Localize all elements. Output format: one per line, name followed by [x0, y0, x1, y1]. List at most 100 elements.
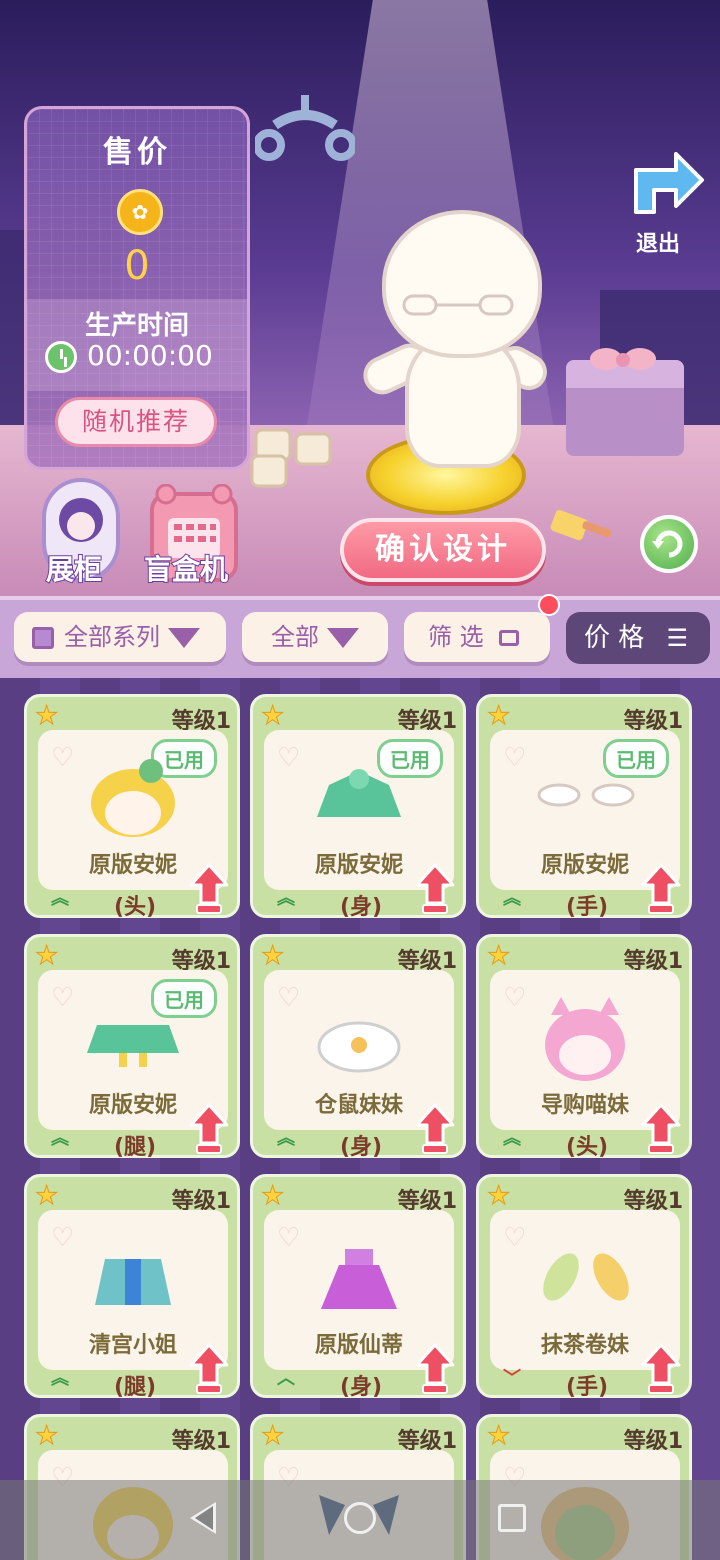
upgrade-arrow-icon[interactable] [189, 863, 229, 915]
upgrade-arrow-icon[interactable] [189, 1103, 229, 1155]
item-card[interactable]: ★ 等级1 ♡ 仓鼠妹妹 ︽ (身) [250, 934, 466, 1160]
item-level: 等级1 [623, 709, 683, 734]
upgrade-arrow-icon[interactable] [641, 863, 681, 915]
heart-icon[interactable]: ♡ [51, 743, 74, 773]
sort-ascending-icon: ☰ [666, 624, 689, 652]
category-label: 全部 [271, 623, 319, 651]
star-icon: ★ [486, 941, 511, 972]
blonde-hair-icon [91, 759, 175, 837]
star-icon: ★ [260, 941, 285, 972]
star-icon: ★ [34, 1181, 59, 1212]
gift-box [566, 360, 684, 456]
matcha-roll-hands-icon [543, 1253, 629, 1301]
star-icon: ★ [260, 701, 285, 732]
pink-cat-hair-icon [545, 997, 625, 1081]
heart-icon[interactable]: ♡ [277, 743, 300, 773]
upgrade-arrow-icon[interactable] [415, 863, 455, 915]
item-card[interactable]: ★ 等级1 ♡ 抹茶卷妹 ﹀ (手) [476, 1174, 692, 1400]
series-label: 全部系列 [64, 623, 160, 651]
upgrade-arrow-icon[interactable] [189, 1343, 229, 1395]
item-level: 等级1 [623, 1429, 683, 1454]
filter-icon [499, 630, 520, 646]
category-dropdown[interactable]: 全部 [242, 612, 388, 662]
paint-cups-icon [250, 428, 332, 488]
star-icon: ★ [260, 1421, 285, 1452]
production-time: 00:00:00 [87, 339, 213, 372]
gem-icon [32, 627, 54, 649]
upgrade-arrow-icon[interactable] [415, 1103, 455, 1155]
chevron-down-icon [327, 628, 359, 648]
refresh-icon[interactable] [640, 515, 698, 573]
coin-icon: ✿ [117, 189, 163, 235]
random-recommend-button[interactable]: 随机推荐 [55, 397, 217, 447]
star-icon: ★ [34, 701, 59, 732]
item-level: 等级1 [171, 949, 231, 974]
white-gloves-icon [537, 783, 635, 807]
heart-icon[interactable]: ♡ [503, 1223, 526, 1253]
star-icon: ★ [34, 1421, 59, 1452]
star-icon: ★ [486, 1181, 511, 1212]
recent-apps-icon[interactable] [498, 1504, 526, 1532]
back-icon[interactable] [190, 1502, 216, 1534]
home-icon[interactable] [344, 1502, 376, 1534]
filter-bar: 全部系列 全部 筛 选 价 格 ☰ [0, 596, 720, 682]
heart-icon[interactable]: ♡ [51, 983, 74, 1013]
price-value: 0 [124, 243, 150, 289]
heart-icon[interactable]: ♡ [277, 1223, 300, 1253]
item-card[interactable]: ★ 等级1 ♡ 已用 原版安妮 ︽ (腿) [24, 934, 240, 1160]
item-level: 等级1 [397, 1429, 457, 1454]
star-icon: ★ [486, 1421, 511, 1452]
item-card[interactable]: ★ 等级1 ♡ 已用 原版安妮 ︽ (手) [476, 694, 692, 920]
heart-icon[interactable]: ♡ [503, 983, 526, 1013]
filter-button[interactable]: 筛 选 [404, 612, 550, 662]
doll-head [382, 210, 542, 358]
blind-box-label[interactable]: 盲盒机 [143, 548, 229, 588]
heart-icon[interactable]: ♡ [277, 983, 300, 1013]
heart-icon[interactable]: ♡ [503, 743, 526, 773]
item-level: 等级1 [623, 949, 683, 974]
glasses-icon [402, 294, 514, 316]
item-level: 等级1 [397, 709, 457, 734]
claw-icon [255, 95, 355, 161]
item-grid: ★ 等级1 ♡ 已用 原版安妮 ︽ (头) ★ 等级1 ♡ 已用 原版安妮 ︽ … [0, 678, 720, 1560]
exit-label[interactable]: 退出 [636, 226, 680, 258]
item-level: 等级1 [397, 1189, 457, 1214]
item-level: 等级1 [623, 1189, 683, 1214]
green-dress-top-icon [317, 769, 401, 817]
exit-arrow-icon[interactable] [632, 150, 706, 216]
chevron-down-icon [168, 628, 200, 648]
star-icon: ★ [34, 941, 59, 972]
production-label: 生产时间 [84, 311, 189, 341]
item-card[interactable]: ★ 等级1 ♡ 原版仙蒂 ︿ (身) [250, 1174, 466, 1400]
price-sort-button[interactable]: 价 格 ☰ [566, 612, 710, 664]
system-navigation-bar [0, 1480, 720, 1560]
price-title: 售价 [103, 135, 171, 170]
paintbrush-icon [550, 510, 612, 541]
fluffy-collar-icon [317, 1021, 401, 1073]
heart-icon[interactable]: ♡ [51, 1223, 74, 1253]
item-card[interactable]: ★ 等级1 ♡ 导购喵妹 ︽ (头) [476, 934, 692, 1160]
item-level: 等级1 [171, 1429, 231, 1454]
item-level: 等级1 [171, 709, 231, 734]
upgrade-arrow-icon[interactable] [415, 1343, 455, 1395]
item-card[interactable]: ★ 等级1 ♡ 清宫小姐 ︽ (腿) [24, 1174, 240, 1400]
price-sort-label: 价 格 [584, 623, 645, 653]
filter-label: 筛 选 [428, 623, 484, 651]
item-card[interactable]: ★ 等级1 ♡ 已用 原版安妮 ︽ (头) [24, 694, 240, 920]
bow-icon [590, 348, 656, 370]
price-panel: 售价 ✿ 0 生产时间 00:00:00 随机推荐 [24, 106, 250, 470]
series-dropdown[interactable]: 全部系列 [14, 612, 226, 662]
item-card[interactable]: ★ 等级1 ♡ 已用 原版安妮 ︽ (身) [250, 694, 466, 920]
clock-icon [45, 341, 77, 373]
item-level: 等级1 [171, 1189, 231, 1214]
confirm-design-button[interactable]: 确认设计 [340, 518, 546, 582]
upgrade-arrow-icon[interactable] [641, 1343, 681, 1395]
notification-dot [538, 594, 560, 616]
star-icon: ★ [486, 701, 511, 732]
striped-skirt-icon [95, 1259, 171, 1305]
upgrade-arrow-icon[interactable] [641, 1103, 681, 1155]
green-skirt-icon [87, 1025, 179, 1067]
design-scene: 售价 ✿ 0 生产时间 00:00:00 随机推荐 退出 展柜 盲盒机 确认设计 [0, 0, 720, 600]
purple-dress-icon [321, 1249, 397, 1309]
cabinet-label[interactable]: 展柜 [45, 548, 103, 588]
